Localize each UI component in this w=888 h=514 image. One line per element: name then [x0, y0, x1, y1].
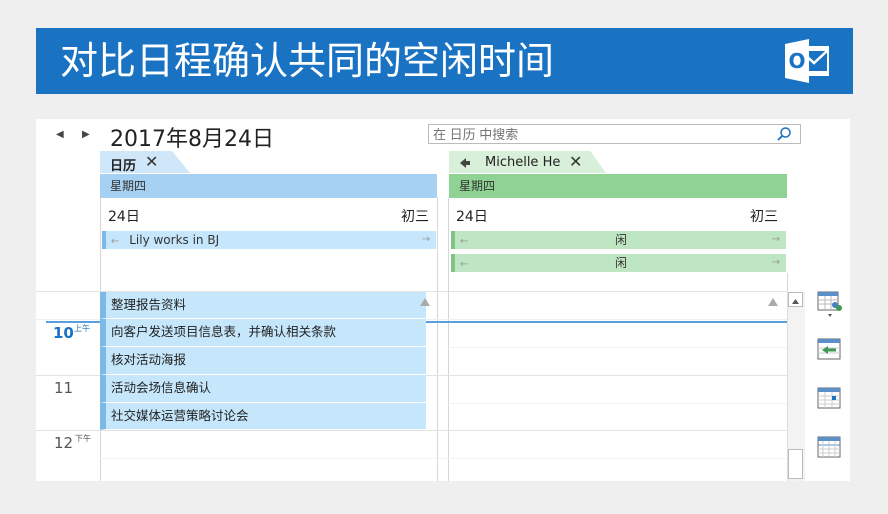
time-ampm-12: 下午: [75, 434, 91, 443]
prev-day-icon[interactable]: ◀: [56, 129, 64, 140]
event-label: 向客户发送项目信息表，并确认相关条款: [111, 324, 337, 339]
allday-event[interactable]: ← Lily works in BJ →: [102, 231, 436, 249]
close-tab-michelle-icon[interactable]: ✕: [569, 152, 582, 171]
previous-appointment-icon[interactable]: [817, 338, 841, 360]
time-label-12: 12: [54, 434, 74, 452]
right-day-number: 24日: [456, 209, 488, 225]
half-hour-line: [100, 458, 788, 459]
chevron-up-icon: [792, 299, 799, 304]
right-lunar-date: 初三: [750, 209, 778, 225]
banner: 对比日程确认共同的空闲时间 O: [36, 28, 853, 94]
month-view-icon[interactable]: [817, 436, 841, 458]
free-time-block[interactable]: ← 闲 →: [451, 254, 786, 272]
right-weekday-bar: 星期四: [449, 174, 787, 198]
day-view-icon[interactable]: [817, 387, 841, 409]
close-tab-calendar-icon[interactable]: ✕: [145, 152, 158, 171]
event-item[interactable]: 活动会场信息确认: [100, 375, 426, 403]
next-day-icon[interactable]: ▶: [82, 129, 90, 140]
hour-line: [36, 430, 788, 431]
arrow-left-icon[interactable]: [460, 158, 470, 168]
logo-letter: O: [788, 49, 805, 73]
schedule-view-icon[interactable]: [817, 289, 843, 319]
outlook-logo-icon: O: [785, 39, 829, 83]
free-label: 闲: [615, 256, 628, 270]
time-ampm-10: 上午: [74, 324, 90, 333]
event-item[interactable]: 社交媒体运营策略讨论会: [100, 403, 426, 430]
left-lunar-date: 初三: [401, 209, 429, 225]
current-date: 2017年8月24日: [110, 127, 274, 152]
free-label: 闲: [615, 233, 628, 247]
event-label: 整理报告资料: [111, 297, 187, 312]
free-time-block[interactable]: ← 闲 →: [451, 231, 786, 249]
half-hour-line: [448, 347, 788, 348]
left-weekday-bar: 星期四: [100, 174, 437, 198]
arrow-left-small-icon: ←: [460, 259, 469, 270]
tab-michelle-label: Michelle He: [485, 155, 561, 170]
column-divider: [448, 198, 449, 481]
allday-event-label: Lily works in BJ: [129, 233, 220, 247]
scroll-up-icon[interactable]: [420, 298, 430, 306]
tab-calendar-label: 日历: [110, 159, 137, 174]
event-item[interactable]: 核对活动海报: [100, 347, 426, 375]
arrow-right-small-icon: →: [771, 257, 780, 268]
event-label: 核对活动海报: [111, 352, 187, 367]
event-label: 活动会场信息确认: [111, 380, 212, 395]
half-hour-line: [448, 403, 788, 404]
left-day-number: 24日: [108, 209, 140, 225]
column-divider: [437, 198, 438, 481]
search-input[interactable]: [428, 124, 801, 144]
scrollbar-thumb[interactable]: [788, 449, 803, 479]
arrow-right-small-icon: →: [421, 234, 430, 245]
scroll-up-icon[interactable]: [768, 298, 778, 306]
arrow-left-small-icon: ←: [460, 236, 469, 247]
banner-title: 对比日程确认共同的空闲时间: [60, 39, 555, 83]
time-label-11: 11: [54, 379, 74, 397]
event-label: 社交媒体运营策略讨论会: [111, 408, 249, 423]
event-item[interactable]: 整理报告资料: [100, 292, 426, 319]
calendar-panel: ◀ ▶ 2017年8月24日 日历 ✕ Michelle He ✕ 星期四 星期…: [36, 119, 850, 481]
time-label-10: 10: [53, 324, 74, 342]
scroll-up-button[interactable]: [788, 292, 803, 307]
arrow-right-small-icon: →: [771, 234, 780, 245]
arrow-left-small-icon: ←: [111, 236, 120, 247]
search-icon[interactable]: [776, 126, 792, 142]
event-item[interactable]: 向客户发送项目信息表，并确认相关条款: [100, 319, 426, 347]
